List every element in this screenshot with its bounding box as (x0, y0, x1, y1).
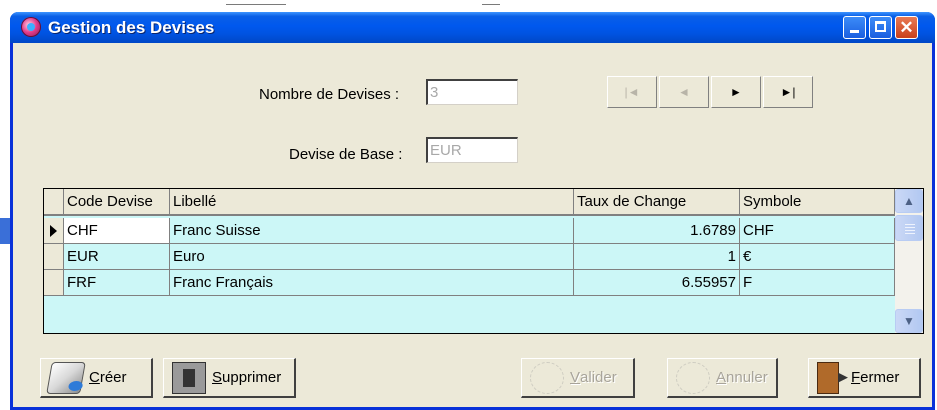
scroll-up-button[interactable]: ▲ (895, 189, 923, 213)
create-icon (46, 361, 86, 394)
create-button[interactable]: Créer (40, 358, 153, 398)
close-label: ermer (860, 369, 900, 386)
app-icon (21, 17, 41, 37)
validate-button[interactable]: Valider (521, 358, 635, 398)
column-header-symbol[interactable]: Symbole (740, 189, 895, 215)
cell-label[interactable]: Franc Suisse (170, 218, 574, 244)
nav-first-button[interactable]: |◄ (607, 76, 657, 108)
row-indicator[interactable] (44, 270, 64, 296)
record-navigator: |◄ ◄ ► ►| (607, 76, 816, 112)
cell-rate[interactable]: 1.6789 (574, 218, 740, 244)
base-currency-field[interactable]: EUR (426, 137, 518, 163)
create-label: réer (99, 369, 127, 386)
maximize-button[interactable] (869, 16, 892, 39)
current-row-icon (50, 225, 57, 237)
count-label: Nombre de Devises : (259, 86, 400, 103)
close-mnemonic: F (851, 369, 861, 386)
cell-label[interactable]: Franc Français (170, 270, 574, 296)
cell-code[interactable]: EUR (64, 244, 170, 270)
currency-dialog: Gestion des Devises ✕ Nombre de Devises … (10, 12, 935, 410)
row-indicator[interactable] (44, 244, 64, 270)
cell-label[interactable]: Euro (170, 244, 574, 270)
door-exit-icon (817, 361, 848, 394)
cell-code[interactable]: FRF (64, 270, 170, 296)
table-row[interactable]: EUR Euro 1 € (44, 244, 895, 270)
cell-code[interactable]: CHF (64, 218, 170, 244)
cell-rate[interactable]: 1 (574, 244, 740, 270)
cell-symbol[interactable]: € (740, 244, 895, 270)
grid-body: Code Devise Libellé Taux de Change Symbo… (44, 189, 895, 333)
validate-mnemonic: V (570, 369, 581, 386)
minimize-icon (850, 30, 859, 33)
nav-prev-button[interactable]: ◄ (659, 76, 709, 108)
indicator-header (44, 189, 64, 215)
scroll-down-button[interactable]: ▼ (895, 309, 923, 333)
close-button[interactable]: Fermer (808, 358, 921, 398)
row-indicator[interactable] (44, 218, 64, 244)
nav-last-button[interactable]: ►| (763, 76, 813, 108)
background-app-strip (0, 0, 937, 12)
minimize-button[interactable] (843, 16, 866, 39)
scroll-thumb[interactable] (895, 215, 923, 241)
window-title: Gestion des Devises (48, 18, 215, 37)
maximize-icon (875, 21, 886, 32)
delete-button[interactable]: Supprimer (163, 358, 296, 398)
close-window-button[interactable]: ✕ (895, 16, 918, 39)
close-icon: ✕ (899, 18, 914, 37)
create-mnemonic: C (89, 369, 100, 386)
trash-icon (172, 361, 206, 394)
cell-symbol[interactable]: CHF (740, 218, 895, 244)
column-header-code[interactable]: Code Devise (64, 189, 170, 215)
table-row[interactable]: FRF Franc Français 6.55957 F (44, 270, 895, 296)
base-currency-label: Devise de Base : (289, 146, 403, 163)
nav-next-button[interactable]: ► (711, 76, 761, 108)
delete-label: upprimer (222, 369, 282, 386)
cancel-mnemonic: A (716, 369, 727, 386)
column-header-rate[interactable]: Taux de Change (574, 189, 740, 215)
cancel-label: nnuler (726, 369, 768, 386)
cancel-button[interactable]: Annuler (667, 358, 778, 398)
grid-vertical-scrollbar[interactable]: ▲ ▼ (895, 189, 923, 333)
count-field[interactable]: 3 (426, 79, 518, 105)
column-header-label[interactable]: Libellé (170, 189, 574, 215)
cancel-icon (676, 361, 710, 394)
cell-rate[interactable]: 6.55957 (574, 270, 740, 296)
background-app-tab (0, 218, 10, 244)
validate-label: alider (580, 369, 617, 386)
currency-grid[interactable]: Code Devise Libellé Taux de Change Symbo… (43, 188, 924, 334)
validate-icon (530, 361, 564, 394)
cell-symbol[interactable]: F (740, 270, 895, 296)
table-row[interactable]: CHF Franc Suisse 1.6789 CHF (44, 218, 895, 244)
background-app-mark (226, 4, 286, 5)
background-app-mark (482, 4, 500, 5)
title-bar[interactable]: Gestion des Devises ✕ (10, 12, 935, 43)
grid-header: Code Devise Libellé Taux de Change Symbo… (44, 189, 895, 216)
delete-mnemonic: S (212, 369, 223, 386)
